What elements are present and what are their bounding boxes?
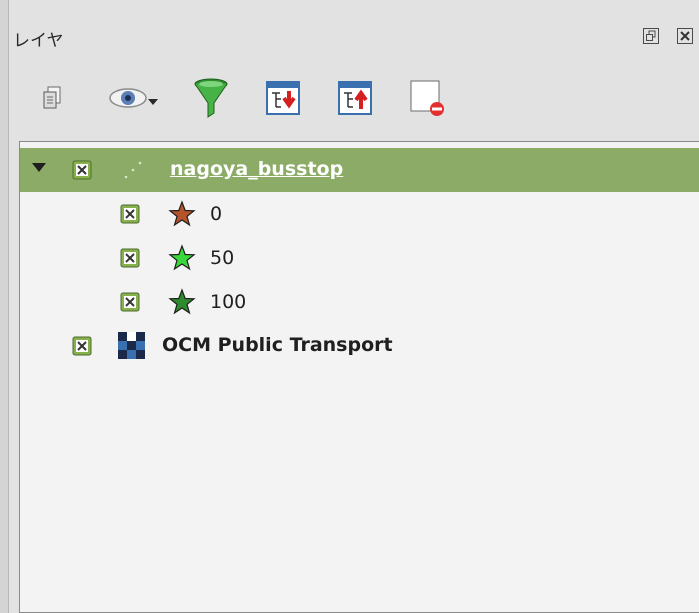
- panel-title: レイヤ: [13, 31, 64, 51]
- eye-visibility-icon[interactable]: [105, 76, 163, 120]
- layer-name: OCM Public Transport: [162, 334, 393, 356]
- expand-all-icon[interactable]: [261, 76, 305, 120]
- layer-tree: nagoya_busstop 0 50 100 OCM Public Trans…: [19, 141, 699, 613]
- legend-checkbox[interactable]: [120, 292, 140, 312]
- layers-panel: レイヤ nagoya_busstop 0 50 100 OCM Public T…: [8, 0, 699, 613]
- point-layer-icon: [120, 157, 146, 183]
- layer-checkbox[interactable]: [72, 336, 92, 356]
- remove-layer-icon[interactable]: [405, 76, 449, 120]
- layer-row-ocm-public-transport[interactable]: OCM Public Transport: [20, 324, 699, 368]
- legend-item-100[interactable]: 100: [20, 280, 699, 324]
- panel-title-bar: レイヤ: [9, 0, 699, 70]
- layer-name: nagoya_busstop: [170, 158, 344, 180]
- star-symbol-icon: [168, 288, 196, 315]
- expand-arrow-icon[interactable]: [32, 163, 46, 172]
- collapse-all-icon[interactable]: [333, 76, 377, 120]
- close-panel-icon[interactable]: [677, 28, 693, 44]
- legend-label: 0: [210, 203, 223, 225]
- copy-layer-icon[interactable]: [31, 76, 75, 120]
- legend-item-0[interactable]: 0: [20, 192, 699, 236]
- legend-item-50[interactable]: 50: [20, 236, 699, 280]
- layers-toolbar: [9, 70, 699, 130]
- layer-row-nagoya-busstop[interactable]: nagoya_busstop: [20, 148, 699, 192]
- legend-checkbox[interactable]: [120, 248, 140, 268]
- raster-layer-icon: [118, 332, 145, 359]
- legend-checkbox[interactable]: [120, 204, 140, 224]
- legend-label: 100: [210, 291, 247, 313]
- layer-checkbox[interactable]: [72, 160, 92, 180]
- float-panel-icon[interactable]: [643, 28, 659, 44]
- star-symbol-icon: [168, 200, 196, 227]
- star-symbol-icon: [168, 244, 196, 271]
- filter-funnel-icon[interactable]: [189, 76, 233, 120]
- legend-label: 50: [210, 247, 235, 269]
